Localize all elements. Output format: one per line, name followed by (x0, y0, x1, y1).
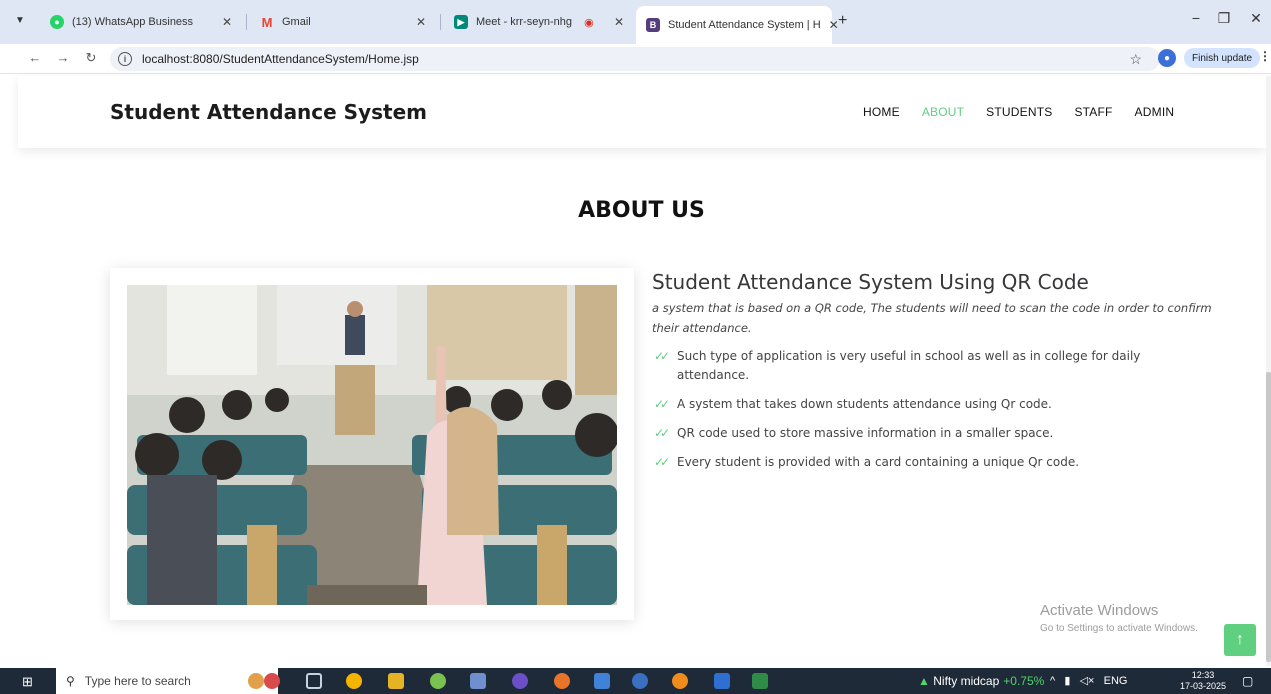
forward-arrow-icon[interactable]: → (54, 50, 72, 65)
eclipse-icon[interactable] (430, 673, 446, 689)
about-heading: Student Attendance System Using QR Code (652, 270, 1089, 294)
back-to-top-button[interactable]: ↑ (1224, 624, 1256, 656)
stock-ticker[interactable]: ▲ Nifty midcap +0.75% (918, 674, 1044, 688)
nav-staff[interactable]: STAFF (1074, 105, 1112, 119)
nav-home[interactable]: HOME (863, 105, 900, 119)
section-title: ABOUT US (578, 198, 705, 223)
browser-menu-icon[interactable]: ⋮ (1259, 49, 1271, 63)
site-info-icon[interactable]: i (118, 52, 132, 66)
gmail-icon: M (261, 14, 273, 30)
close-icon[interactable]: ✕ (606, 15, 624, 29)
reload-icon[interactable]: ↻ (82, 50, 100, 66)
tab-title: Gmail (282, 16, 311, 28)
people-icon[interactable] (248, 673, 264, 689)
about-lead: a system that is based on a QR code, The… (652, 301, 1212, 335)
browser-tab-bar: ▼ ● (13) WhatsApp Business ✕ M Gmail ✕ ▶… (0, 0, 1271, 44)
tab-whatsapp[interactable]: ● (13) WhatsApp Business ✕ (40, 6, 242, 38)
tab-student-attendance[interactable]: B Student Attendance System | H ✕ (636, 6, 839, 44)
list-item: ✓✓ Every student is provided with a card … (652, 453, 1212, 472)
bookmark-star-icon[interactable]: ☆ (1129, 51, 1142, 68)
list-item: ✓✓ QR code used to store massive informat… (652, 424, 1212, 443)
chart-up-icon: ▲ (918, 674, 930, 688)
double-check-icon: ✓✓ (654, 426, 670, 440)
url-text: localhost:8080/StudentAttendanceSystem/H… (142, 52, 419, 66)
app-icon[interactable] (512, 673, 528, 689)
windows-start-icon[interactable]: ⊞ (22, 674, 33, 690)
recording-icon: ◉ (584, 16, 594, 29)
site-header: Student Attendance System HOME ABOUT STU… (18, 76, 1266, 148)
notification-icon[interactable]: ▢ (1242, 674, 1253, 688)
main-nav: HOME ABOUT STUDENTS STAFF ADMIN (863, 105, 1196, 119)
chrome-active-icon[interactable] (632, 673, 648, 689)
scrollbar-thumb[interactable] (1266, 372, 1271, 662)
volume-muted-icon: ◁× (1079, 675, 1095, 687)
double-check-icon: ✓✓ (654, 397, 670, 411)
tab-gmail[interactable]: M Gmail ✕ (250, 6, 436, 38)
about-content: Student Attendance System Using QR Code … (652, 270, 1212, 482)
finish-update-button[interactable]: Finish update (1184, 48, 1261, 68)
nav-students[interactable]: STUDENTS (986, 105, 1052, 119)
nav-admin[interactable]: ADMIN (1135, 105, 1175, 119)
taskbar-clock[interactable]: 12:33 17-03-2025 (1180, 670, 1226, 692)
list-item: ✓✓ A system that takes down students atte… (652, 395, 1212, 414)
task-view-icon[interactable] (306, 673, 322, 689)
chevron-up-icon: ^ (1050, 675, 1056, 687)
close-icon[interactable]: ✕ (214, 15, 232, 29)
bootstrap-icon: B (646, 18, 660, 32)
back-arrow-icon[interactable]: ← (26, 50, 44, 65)
file-explorer-icon[interactable] (388, 673, 404, 689)
taskbar-search-input[interactable]: ⚲ Type here to search (56, 668, 278, 694)
address-bar-row: ← → ↻ i localhost:8080/StudentAttendance… (0, 44, 1271, 74)
about-image-card (110, 268, 634, 620)
tab-meet[interactable]: ▶ Meet - krr-seyn-nhg ◉ ✕ (444, 6, 634, 38)
excel-icon[interactable] (752, 673, 768, 689)
double-check-icon: ✓✓ (654, 349, 670, 363)
system-tray[interactable]: ^ ▮ ◁× ENG (1050, 674, 1127, 687)
tab-title: Meet - krr-seyn-nhg (476, 16, 572, 28)
new-tab-plus-icon[interactable]: + (838, 12, 847, 30)
power-automate-icon[interactable] (594, 673, 610, 689)
meet-icon: ▶ (454, 15, 468, 29)
whatsapp-icon: ● (50, 15, 64, 29)
tab-title: Student Attendance System | H (668, 19, 821, 31)
chrome-profile-icon[interactable] (554, 673, 570, 689)
list-item: ✓✓ Such type of application is very usefu… (654, 349, 1141, 382)
tab-title: (13) WhatsApp Business (72, 16, 194, 28)
tab-search-chevron-icon[interactable]: ▼ (8, 8, 32, 32)
profile-avatar-icon[interactable]: ● (1158, 49, 1176, 67)
close-icon[interactable]: ✕ (408, 15, 426, 29)
windows-taskbar: ⊞ ⚲ Type here to search ▲ Nifty midcap +0… (0, 668, 1271, 694)
double-check-icon: ✓✓ (654, 455, 670, 469)
activate-windows-watermark: Activate Windows Go to Settings to activ… (1040, 602, 1198, 634)
people-icon-2[interactable] (264, 673, 280, 689)
site-brand[interactable]: Student Attendance System (110, 100, 427, 124)
minimize-icon[interactable]: − (1186, 10, 1206, 26)
chrome-icon[interactable] (346, 673, 362, 689)
app-icon[interactable] (470, 673, 486, 689)
notepad-icon[interactable] (714, 673, 730, 689)
nav-about[interactable]: ABOUT (922, 105, 964, 119)
classroom-photo (127, 285, 617, 605)
language-label: ENG (1103, 675, 1128, 687)
network-icon: ▮ (1064, 675, 1071, 687)
feature-list: ✓✓ Such type of application is very usefu… (652, 347, 1212, 472)
restore-icon[interactable]: ❐ (1214, 10, 1234, 27)
search-placeholder: Type here to search (84, 674, 191, 688)
firefox-icon[interactable] (672, 673, 688, 689)
url-input[interactable]: i localhost:8080/StudentAttendanceSystem… (110, 47, 1160, 71)
search-icon: ⚲ (66, 674, 75, 688)
close-icon[interactable]: ✕ (821, 18, 839, 32)
window-close-icon[interactable]: ✕ (1246, 10, 1266, 27)
